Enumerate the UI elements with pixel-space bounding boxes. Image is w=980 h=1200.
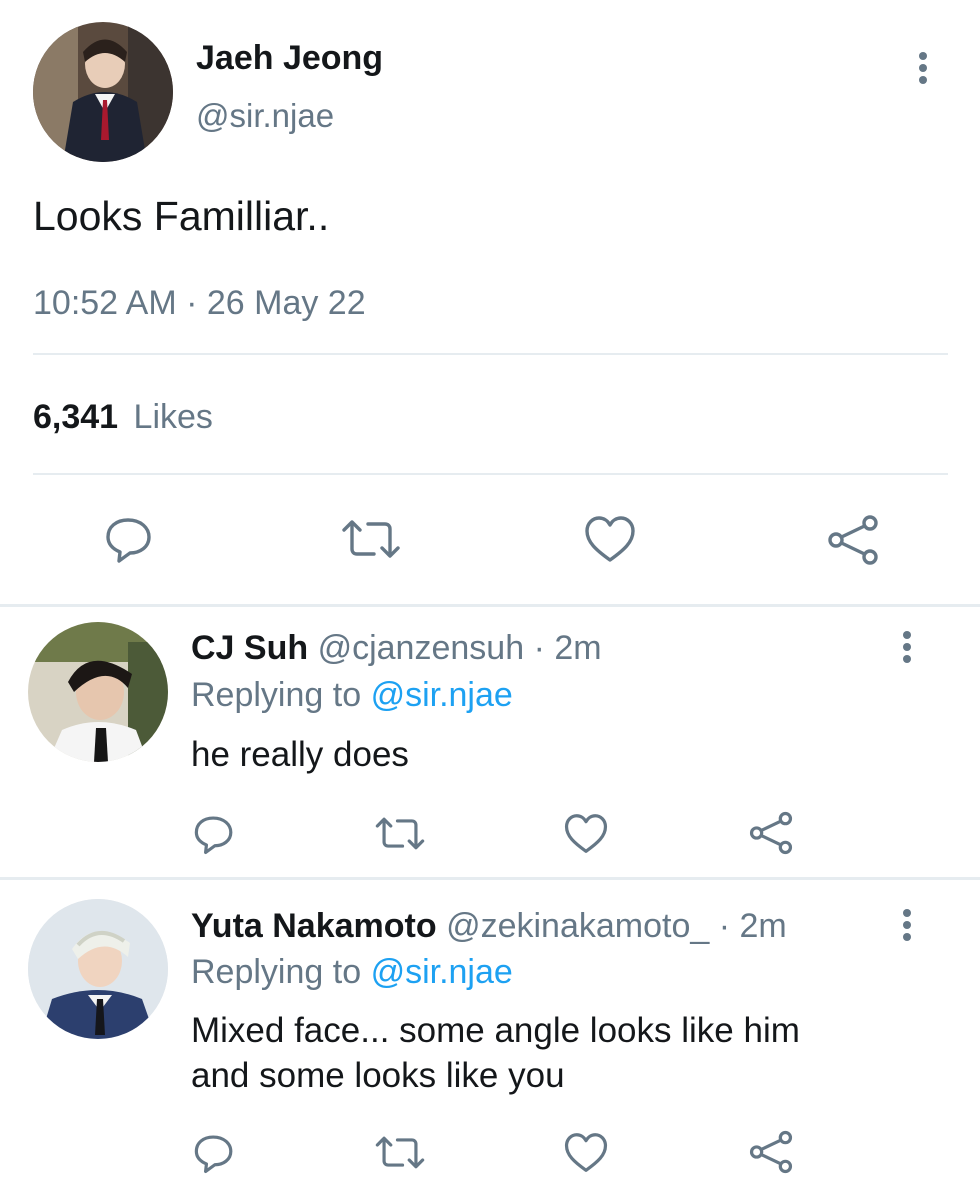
retweet-icon[interactable] [340,517,402,561]
reply-handle[interactable]: @cjanzensuh [318,629,525,667]
divider [0,877,980,880]
likes-count: 6,341 [33,398,119,436]
divider [33,353,948,355]
reply-text-line: Mixed face... some angle looks like him [191,1011,800,1050]
share-icon[interactable] [826,514,880,566]
main-tweet-avatar[interactable] [33,22,173,162]
reply-icon[interactable] [193,1132,235,1174]
reply-handle[interactable]: @zekinakamoto_ [446,907,709,945]
reply-icon[interactable] [104,514,154,564]
reply-time: · 2m [533,629,602,667]
reply-header: CJ Suh @cjanzensuh · 2m [191,628,602,668]
main-tweet-display-name[interactable]: Jaeh Jeong [196,38,383,78]
reply-more-icon[interactable] [902,909,912,941]
divider [0,604,980,607]
reply-icon[interactable] [193,813,235,855]
replying-to-line: Replying to @sir.njae [191,952,513,992]
reply-text: he really does [191,735,409,774]
replying-to-prefix: Replying to [191,953,362,991]
likes-label: Likes [133,398,213,436]
like-icon[interactable] [584,515,636,563]
main-tweet-handle[interactable]: @sir.njae [196,96,334,136]
likes-summary[interactable]: 6,341 Likes [33,397,213,437]
reply-avatar[interactable] [28,899,168,1039]
retweet-icon[interactable] [374,1134,426,1171]
like-icon[interactable] [564,813,608,854]
replying-to-prefix: Replying to [191,676,362,714]
share-icon[interactable] [748,811,794,855]
reply-display-name[interactable]: Yuta Nakamoto [191,907,437,945]
reply-avatar[interactable] [28,622,168,762]
main-tweet-timestamp: 10:52 AM · 26 May 22 [33,284,366,322]
reply-display-name[interactable]: CJ Suh [191,629,308,667]
replying-to-link[interactable]: @sir.njae [371,676,513,714]
reply-time: · 2m [718,907,787,945]
retweet-icon[interactable] [374,815,426,852]
main-tweet-text: Looks Familliar.. [33,193,330,239]
reply-more-icon[interactable] [902,631,912,663]
share-icon[interactable] [748,1130,794,1174]
reply-header: Yuta Nakamoto @zekinakamoto_ · 2m [191,906,787,946]
replying-to-line: Replying to @sir.njae [191,675,513,715]
main-tweet-more-icon[interactable] [918,52,928,84]
divider [33,473,948,475]
replying-to-link[interactable]: @sir.njae [371,953,513,991]
reply-text-line: and some looks like you [191,1056,565,1095]
like-icon[interactable] [564,1132,608,1173]
